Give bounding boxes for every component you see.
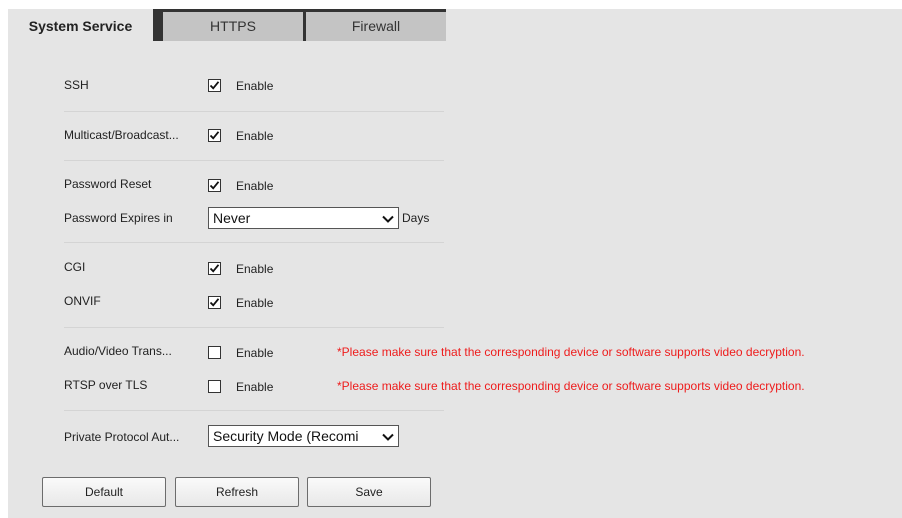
onvif-enable-label: Enable [236, 296, 274, 310]
tab-system-service[interactable]: System Service [8, 9, 153, 41]
multicast-label: Multicast/Broadcast... [64, 128, 179, 142]
divider [64, 242, 444, 243]
password-reset-enable-label: Enable [236, 179, 274, 193]
checkmark-icon [209, 81, 220, 90]
days-unit-label: Days [402, 211, 430, 225]
tab-bar: System Service HTTPS Firewall [8, 9, 446, 41]
settings-panel: System Service HTTPS Firewall SSH Enable… [8, 9, 902, 518]
ssh-label: SSH [64, 78, 89, 92]
av-transmission-enable-label: Enable [236, 346, 274, 360]
divider [64, 160, 444, 161]
rtsp-tls-warning: *Please make sure that the corresponding… [337, 379, 805, 393]
checkmark-icon [209, 264, 220, 273]
ssh-enable-label: Enable [236, 79, 274, 93]
checkmark-icon [209, 181, 220, 190]
rtsp-tls-checkbox[interactable] [208, 380, 221, 393]
av-transmission-warning: *Please make sure that the corresponding… [337, 345, 805, 359]
default-button[interactable]: Default [42, 477, 166, 507]
checkmark-icon [209, 298, 220, 307]
multicast-checkbox[interactable] [208, 129, 221, 142]
cgi-label: CGI [64, 260, 86, 274]
onvif-checkbox[interactable] [208, 296, 221, 309]
rtsp-tls-enable-label: Enable [236, 380, 274, 394]
refresh-button[interactable]: Refresh [175, 477, 299, 507]
av-transmission-checkbox[interactable] [208, 346, 221, 359]
ssh-checkbox[interactable] [208, 79, 221, 92]
tab-https[interactable]: HTTPS [163, 12, 303, 41]
chevron-down-icon [381, 429, 395, 443]
private-protocol-label: Private Protocol Aut... [64, 430, 180, 444]
divider [64, 327, 444, 328]
checkmark-icon [209, 131, 220, 140]
save-button[interactable]: Save [307, 477, 431, 507]
password-reset-checkbox[interactable] [208, 179, 221, 192]
cgi-enable-label: Enable [236, 262, 274, 276]
password-expires-value: Never [213, 210, 251, 226]
rtsp-tls-label: RTSP over TLS [64, 378, 148, 392]
password-reset-label: Password Reset [64, 177, 152, 191]
multicast-enable-label: Enable [236, 129, 274, 143]
private-protocol-value: Security Mode (Recomi [213, 428, 359, 444]
password-expires-label: Password Expires in [64, 211, 173, 225]
onvif-label: ONVIF [64, 294, 101, 308]
chevron-down-icon [381, 211, 395, 225]
password-expires-select[interactable]: Never [208, 207, 399, 229]
divider [64, 111, 444, 112]
av-transmission-label: Audio/Video Trans... [64, 344, 172, 358]
cgi-checkbox[interactable] [208, 262, 221, 275]
private-protocol-select[interactable]: Security Mode (Recomi [208, 425, 399, 447]
divider [64, 410, 444, 411]
tab-firewall[interactable]: Firewall [306, 12, 446, 41]
